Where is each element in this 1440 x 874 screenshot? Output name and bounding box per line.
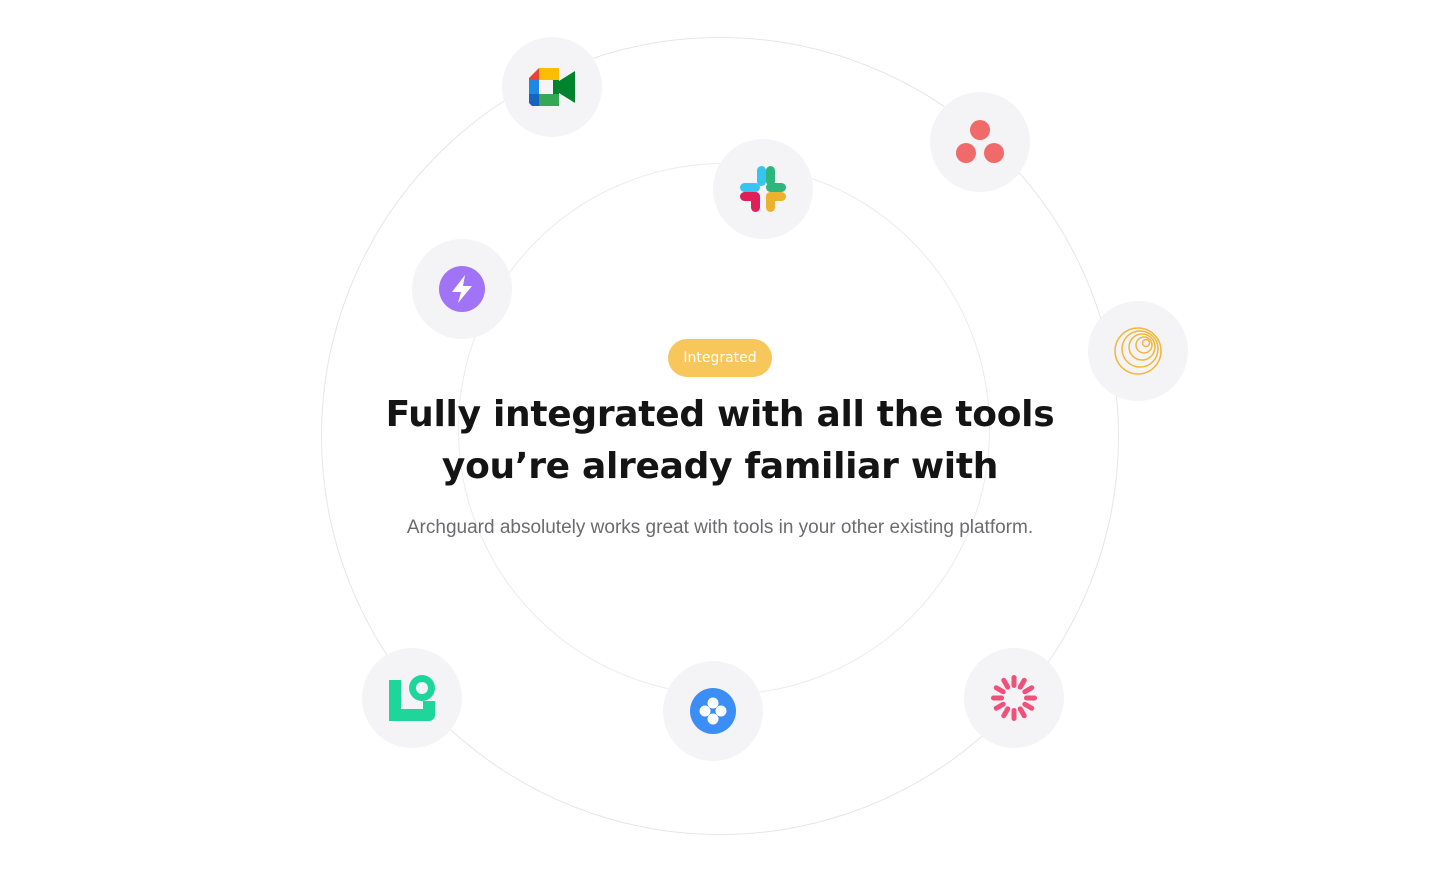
green-app-integration[interactable] — [362, 648, 462, 748]
section-headline: Fully integrated with all the tools you’… — [385, 394, 1055, 487]
zap-integration[interactable] — [412, 239, 512, 339]
connect-icon — [690, 688, 736, 734]
clickup-icon — [389, 675, 435, 721]
integrated-badge: Integrated — [668, 339, 772, 377]
blue-app-integration[interactable] — [663, 661, 763, 761]
sunburst-app-integration[interactable] — [964, 648, 1064, 748]
google-meet-integration[interactable] — [502, 37, 602, 137]
slack-integration[interactable] — [713, 139, 813, 239]
google-meet-icon — [529, 68, 575, 106]
slack-icon — [740, 166, 786, 212]
section-subtitle: Archguard absolutely works great with to… — [406, 517, 1034, 538]
asana-integration[interactable] — [930, 92, 1030, 192]
integration-section-content: Integrated Fully integrated with all the… — [0, 339, 1440, 541]
zap-icon — [439, 266, 485, 312]
asana-icon — [956, 120, 1004, 163]
sunburst-icon — [991, 675, 1037, 721]
